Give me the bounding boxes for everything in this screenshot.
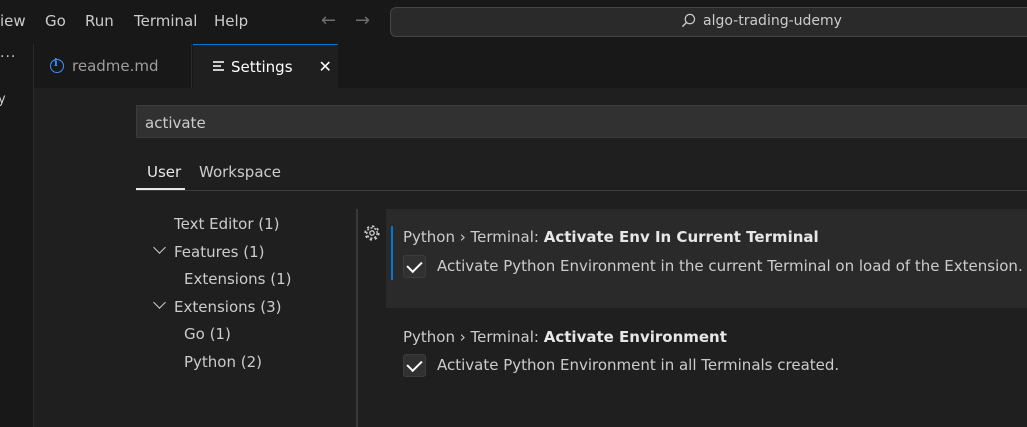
scope-tab-user[interactable]: User: [147, 163, 181, 181]
title-bar: iew Go Run Terminal Help ← → algo-tradin…: [0, 0, 1027, 44]
setting-name: Activate Env In Current Terminal: [543, 228, 819, 246]
toc-item-features[interactable]: Features (1): [174, 243, 265, 261]
editor-tab-bar: readme.md Settings ✕: [34, 44, 1027, 88]
scope-tab-workspace[interactable]: Workspace: [199, 163, 281, 181]
settings-search-input[interactable]: activate: [136, 105, 1027, 138]
setting-title: Python › Terminal: Activate Env In Curre…: [403, 228, 819, 246]
check-icon: [406, 355, 423, 373]
toc-item-extensions[interactable]: Extensions (3): [174, 298, 281, 316]
check-icon: [406, 256, 423, 274]
menu-help[interactable]: Help: [214, 12, 248, 30]
tab-label: Settings: [231, 57, 293, 76]
close-icon[interactable]: ✕: [319, 58, 332, 75]
focus-indicator: [391, 226, 393, 280]
search-icon: [681, 13, 696, 28]
toc-item-go[interactable]: Go (1): [184, 325, 231, 343]
settings-search-value: activate: [145, 114, 206, 132]
setting-category: Python › Terminal:: [403, 228, 544, 246]
command-center-search[interactable]: algo-trading-udemy: [390, 7, 1027, 37]
command-center-label: algo-trading-udemy: [703, 13, 842, 29]
chevron-down-icon[interactable]: [153, 296, 166, 309]
chevron-down-icon[interactable]: [153, 241, 166, 254]
tab-readme[interactable]: readme.md: [34, 44, 192, 88]
checkbox-activate-env-current-terminal[interactable]: [403, 255, 426, 278]
gear-icon[interactable]: [363, 224, 381, 242]
setting-category: Python › Terminal:: [403, 328, 544, 346]
explorer-fragment: y: [0, 92, 6, 107]
info-icon: [50, 58, 64, 73]
toc-item-features-extensions[interactable]: Extensions (1): [184, 270, 291, 288]
forward-arrow-icon[interactable]: →: [355, 12, 370, 30]
menu-run[interactable]: Run: [85, 12, 114, 30]
toc-item-text-editor[interactable]: Text Editor (1): [174, 215, 280, 233]
back-arrow-icon[interactable]: ←: [321, 12, 336, 30]
checkbox-activate-environment[interactable]: [403, 354, 426, 377]
setting-description: Activate Python Environment in the curre…: [437, 257, 1023, 275]
scope-divider: [136, 190, 1027, 191]
more-actions-icon[interactable]: ···: [0, 49, 16, 65]
setting-title: Python › Terminal: Activate Environment: [403, 328, 727, 346]
settings-file-icon: [213, 61, 224, 72]
setting-name: Activate Environment: [543, 328, 727, 346]
toc-item-python[interactable]: Python (2): [184, 353, 262, 371]
menu-go[interactable]: Go: [45, 12, 66, 30]
tab-label: readme.md: [72, 57, 159, 75]
tab-settings[interactable]: Settings ✕: [193, 44, 338, 88]
toc-separator: [356, 209, 358, 427]
setting-description: Activate Python Environment in all Termi…: [437, 356, 840, 374]
menu-terminal[interactable]: Terminal: [134, 12, 197, 30]
menu-view[interactable]: iew: [0, 12, 26, 30]
